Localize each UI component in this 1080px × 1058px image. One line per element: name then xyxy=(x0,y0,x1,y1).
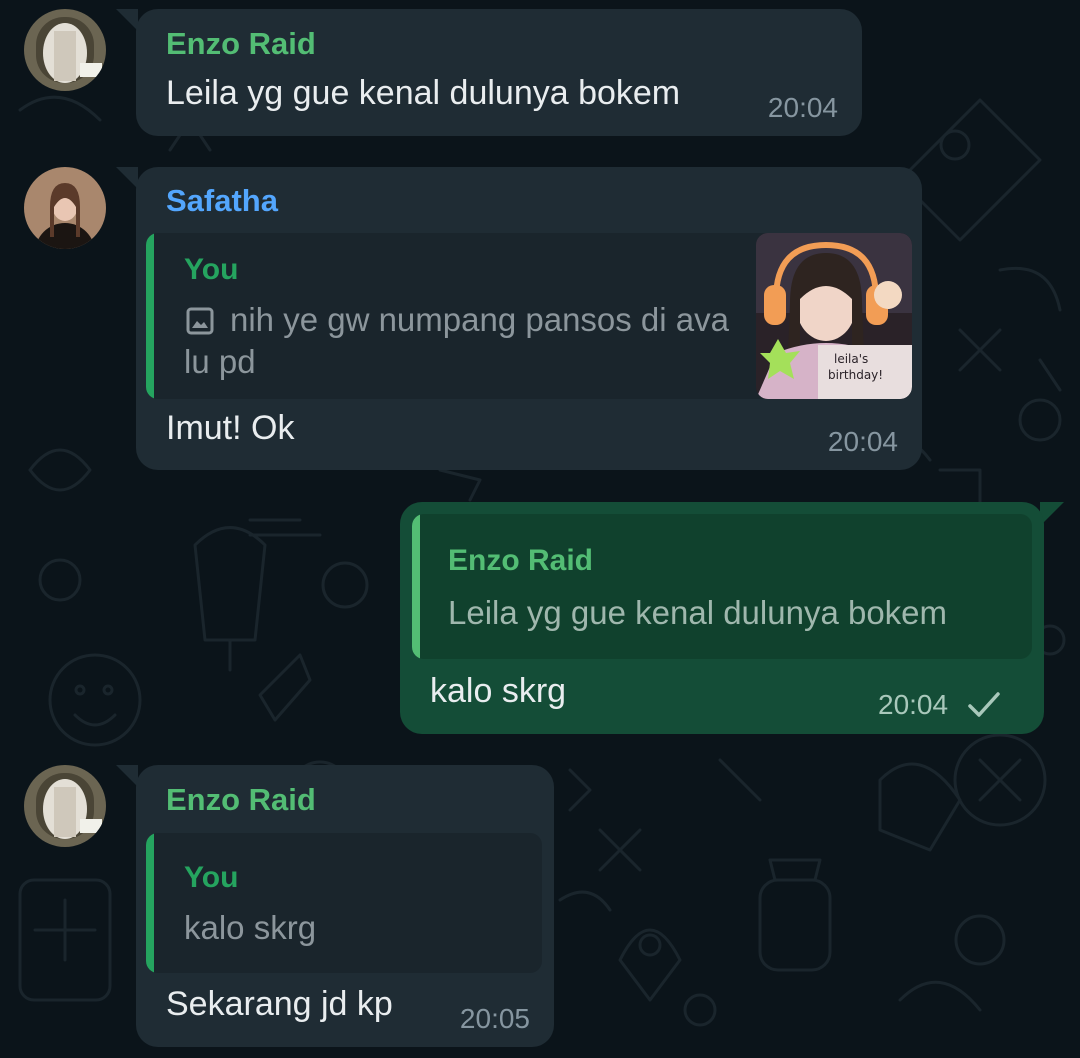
bubble-tail xyxy=(116,765,138,787)
message-time: 20:05 xyxy=(459,1003,530,1034)
quote-accent-bar xyxy=(412,514,420,659)
message-bubble-outgoing[interactable]: Enzo Raid Leila yg gue kenal dulunya bok… xyxy=(400,502,1044,734)
sender-name[interactable]: Enzo Raid xyxy=(166,26,316,62)
message-time: 20:04 xyxy=(827,426,898,457)
avatar-enzo-raid[interactable] xyxy=(24,9,106,91)
message-text: Sekarang jd kp xyxy=(166,985,393,1023)
sender-name[interactable]: Enzo Raid xyxy=(166,782,316,818)
thumbnail-caption-line2: birthday! xyxy=(828,368,883,382)
message-time: 20:04 xyxy=(878,689,949,720)
avatar-safatha[interactable] xyxy=(24,167,106,249)
message-text: Leila yg gue kenal dulunya bokem xyxy=(166,74,681,112)
quote-text: nih ye gw numpang pansos di ava lu pd xyxy=(184,301,729,380)
quote-author: You xyxy=(184,253,239,286)
safatha-avatar-image xyxy=(24,167,106,249)
sender-name[interactable]: Safatha xyxy=(166,183,278,219)
single-check-icon xyxy=(966,688,1002,722)
quote-thumbnail[interactable]: leila's birthday! xyxy=(756,233,912,399)
quote-accent-bar xyxy=(146,833,154,973)
avatar-enzo-raid[interactable] xyxy=(24,765,106,847)
message-text: Imut! Ok xyxy=(166,409,295,447)
quote-author: You xyxy=(184,861,239,894)
quoted-message[interactable]: Enzo Raid Leila yg gue kenal dulunya bok… xyxy=(412,514,1032,659)
message-bubble-incoming[interactable]: Enzo Raid Leila yg gue kenal dulunya bok… xyxy=(136,9,862,136)
message-time: 20:04 xyxy=(767,92,838,123)
bubble-tail xyxy=(116,9,138,31)
thumbnail-caption-line1: leila's xyxy=(834,352,868,366)
quoted-message[interactable]: You kalo skrg xyxy=(146,833,542,973)
quoted-message[interactable]: You nih ye gw numpang pansos di ava lu p… xyxy=(146,233,912,399)
quote-accent-bar xyxy=(146,233,154,399)
bubble-tail xyxy=(116,167,138,189)
message-bubble-incoming[interactable]: Safatha You nih ye gw numpang pansos di … xyxy=(136,167,922,470)
enzo-avatar-image xyxy=(24,765,106,847)
message-bubble-incoming[interactable]: Enzo Raid You kalo skrg Sekarang jd kp 2… xyxy=(136,765,554,1047)
quote-text: kalo skrg xyxy=(184,909,317,946)
thumbnail-image: leila's birthday! xyxy=(756,233,912,399)
quote-text: Leila yg gue kenal dulunya bokem xyxy=(448,594,948,631)
quote-author: Enzo Raid xyxy=(448,544,594,577)
message-text: kalo skrg xyxy=(430,672,567,710)
enzo-avatar-image xyxy=(24,9,106,91)
